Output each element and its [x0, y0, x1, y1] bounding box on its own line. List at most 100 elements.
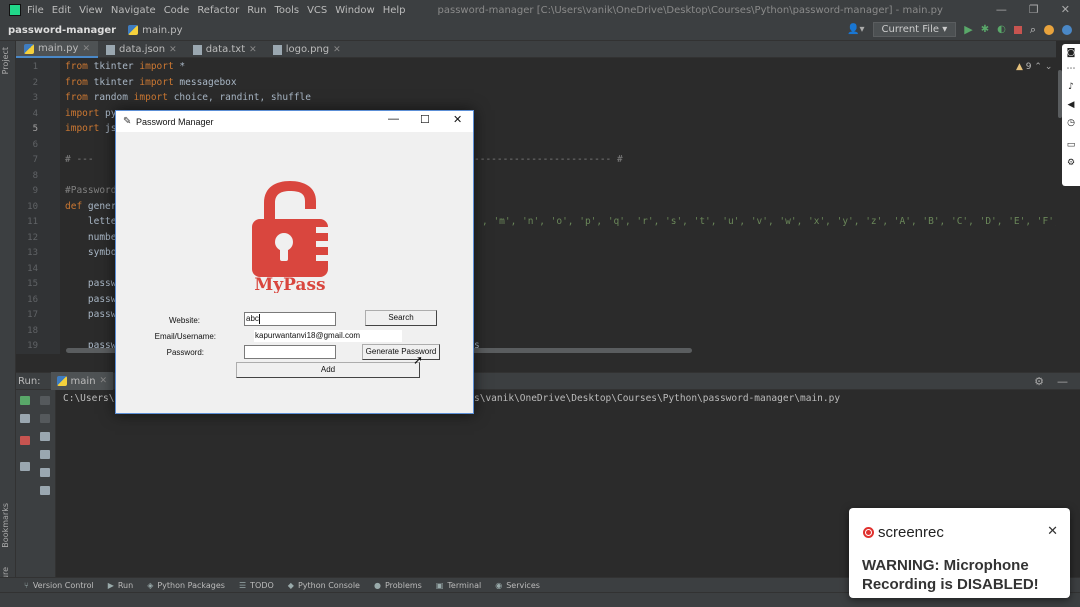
debug-icon[interactable]: ✱	[981, 24, 989, 35]
updates-icon[interactable]	[1044, 24, 1054, 35]
gear-icon[interactable]: ⚙	[1034, 375, 1044, 388]
python-packages-button[interactable]: ◈ Python Packages	[147, 581, 225, 590]
settings-icon[interactable]: ⚙	[1066, 158, 1076, 168]
password-input[interactable]	[244, 345, 336, 359]
menu-file[interactable]: File	[27, 5, 44, 16]
tab-label: data.txt	[205, 44, 246, 55]
website-value: abc	[246, 314, 259, 323]
chevron-up-icon[interactable]: ⌃	[1034, 62, 1042, 72]
add-button[interactable]: Add	[236, 362, 420, 378]
menu-run[interactable]: Run	[247, 5, 266, 16]
menu-tools[interactable]: Tools	[274, 5, 299, 16]
website-input[interactable]: abc	[244, 312, 336, 326]
project-tool-button[interactable]: Project	[1, 47, 10, 74]
down-icon[interactable]	[40, 414, 50, 423]
search-button[interactable]: Search	[365, 310, 437, 326]
minimize-icon[interactable]: —	[996, 3, 1007, 16]
breadcrumb[interactable]: main.py	[128, 25, 183, 36]
user-icon[interactable]: 👤▾	[847, 24, 864, 35]
close-icon[interactable]: ✕	[1047, 524, 1058, 539]
line-number: 18	[27, 326, 38, 336]
run-configuration-select[interactable]: Current File ▾	[872, 22, 957, 37]
run-icon[interactable]: ▶	[964, 23, 972, 36]
close-tab-icon[interactable]: ✕	[82, 44, 90, 54]
todo-button[interactable]: ☰ TODO	[239, 581, 274, 590]
restore-icon[interactable]: ❐	[1029, 3, 1039, 16]
screenrec-notification: screenrec ✕ WARNING: Microphone Recordin…	[849, 508, 1070, 598]
menu-edit[interactable]: Edit	[52, 5, 71, 16]
python-console-button[interactable]: ◆ Python Console	[288, 581, 360, 590]
menu-refactor[interactable]: Refactor	[197, 5, 239, 16]
maximize-icon[interactable]: ☐	[420, 113, 430, 126]
close-tab-icon[interactable]: ✕	[333, 45, 341, 55]
line-number: 6	[32, 140, 38, 150]
close-icon[interactable]: ✕	[1061, 3, 1070, 16]
line-number: 8	[32, 171, 38, 181]
run-tool-button[interactable]: ▶ Run	[108, 581, 134, 590]
line-number: 7	[32, 155, 38, 165]
inspection-widget[interactable]: ▲ 9 ⌃ ⌄	[1016, 62, 1052, 72]
generate-password-button[interactable]: Generate Password	[362, 344, 440, 360]
menu-view[interactable]: View	[79, 5, 103, 16]
close-tab-icon[interactable]: ✕	[100, 376, 108, 386]
stop-icon[interactable]	[1013, 25, 1022, 34]
timer-icon[interactable]: ◷	[1066, 118, 1076, 128]
trash-icon[interactable]	[40, 486, 50, 495]
email-input[interactable]: kapurwantanvi18@gmail.com	[253, 329, 403, 343]
rerun-icon[interactable]	[20, 396, 30, 405]
console-icon: ◆	[287, 580, 294, 590]
scroll-to-end-icon[interactable]	[40, 450, 50, 459]
up-icon[interactable]	[40, 396, 50, 405]
code-line: import py	[65, 108, 117, 119]
keyhole-slot	[280, 245, 288, 261]
menu-navigate[interactable]: Navigate	[111, 5, 156, 16]
menu-help[interactable]: Help	[383, 5, 406, 16]
lock-notch	[316, 227, 328, 233]
text-cursor	[258, 313, 260, 324]
services-icon: ◉	[495, 580, 503, 590]
wrench-icon[interactable]	[20, 414, 30, 423]
menu-window[interactable]: Window	[335, 5, 374, 16]
speaker-icon[interactable]: ◀	[1066, 100, 1076, 110]
problems-button[interactable]: ● Problems	[374, 581, 422, 590]
python-file-icon	[128, 25, 139, 35]
brand-name: screenrec	[878, 524, 944, 541]
plugin-icon[interactable]	[1062, 24, 1072, 35]
tab-main-py[interactable]: main.py ✕	[16, 41, 98, 58]
line-number: 9	[32, 186, 38, 196]
tab-data-txt[interactable]: data.txt ✕	[185, 41, 265, 58]
print-icon[interactable]	[40, 468, 50, 477]
code-line: numbe	[65, 232, 117, 243]
password-manager-window: ✎ Password Manager — ☐ ✕ MyPass Website:…	[115, 110, 474, 414]
screenrec-brand: screenrec	[863, 524, 944, 541]
close-icon[interactable]: ✕	[453, 113, 462, 126]
soft-wrap-icon[interactable]	[40, 432, 50, 441]
search-icon[interactable]: ⌕	[1030, 23, 1036, 37]
screen-icon[interactable]: ▭	[1066, 140, 1076, 150]
menu-vcs[interactable]: VCS	[307, 5, 327, 16]
tab-logo-png[interactable]: logo.png ✕	[265, 41, 349, 58]
close-tab-icon[interactable]: ✕	[169, 45, 177, 55]
terminal-button[interactable]: ▣ Terminal	[436, 581, 481, 590]
tab-data-json[interactable]: data.json ✕	[98, 41, 185, 58]
coverage-icon[interactable]: ◐	[997, 24, 1006, 35]
line-number: 15	[27, 279, 38, 289]
line-number: 17	[27, 310, 38, 320]
pin-icon[interactable]	[20, 462, 30, 471]
camera-icon[interactable]: ◙	[1066, 48, 1076, 58]
services-button[interactable]: ◉ Services	[495, 581, 540, 590]
close-tab-icon[interactable]: ✕	[249, 45, 257, 55]
draw-icon[interactable]: ⋯	[1066, 64, 1076, 74]
microphone-icon[interactable]: ♪	[1066, 82, 1076, 92]
version-control-button[interactable]: ⑂ Version Control	[24, 581, 94, 590]
chevron-down-icon[interactable]: ⌄	[1045, 62, 1053, 72]
bookmarks-tool-button[interactable]: Bookmarks	[1, 503, 10, 548]
menu-code[interactable]: Code	[164, 5, 190, 16]
project-name[interactable]: password-manager	[8, 25, 116, 36]
python-file-icon	[56, 376, 67, 386]
line-number: 16	[27, 295, 38, 305]
run-tab-main[interactable]: main ✕	[50, 372, 114, 390]
hide-panel-icon[interactable]: —	[1057, 375, 1068, 388]
stop-icon[interactable]	[20, 436, 30, 445]
minimize-icon[interactable]: —	[388, 113, 399, 125]
